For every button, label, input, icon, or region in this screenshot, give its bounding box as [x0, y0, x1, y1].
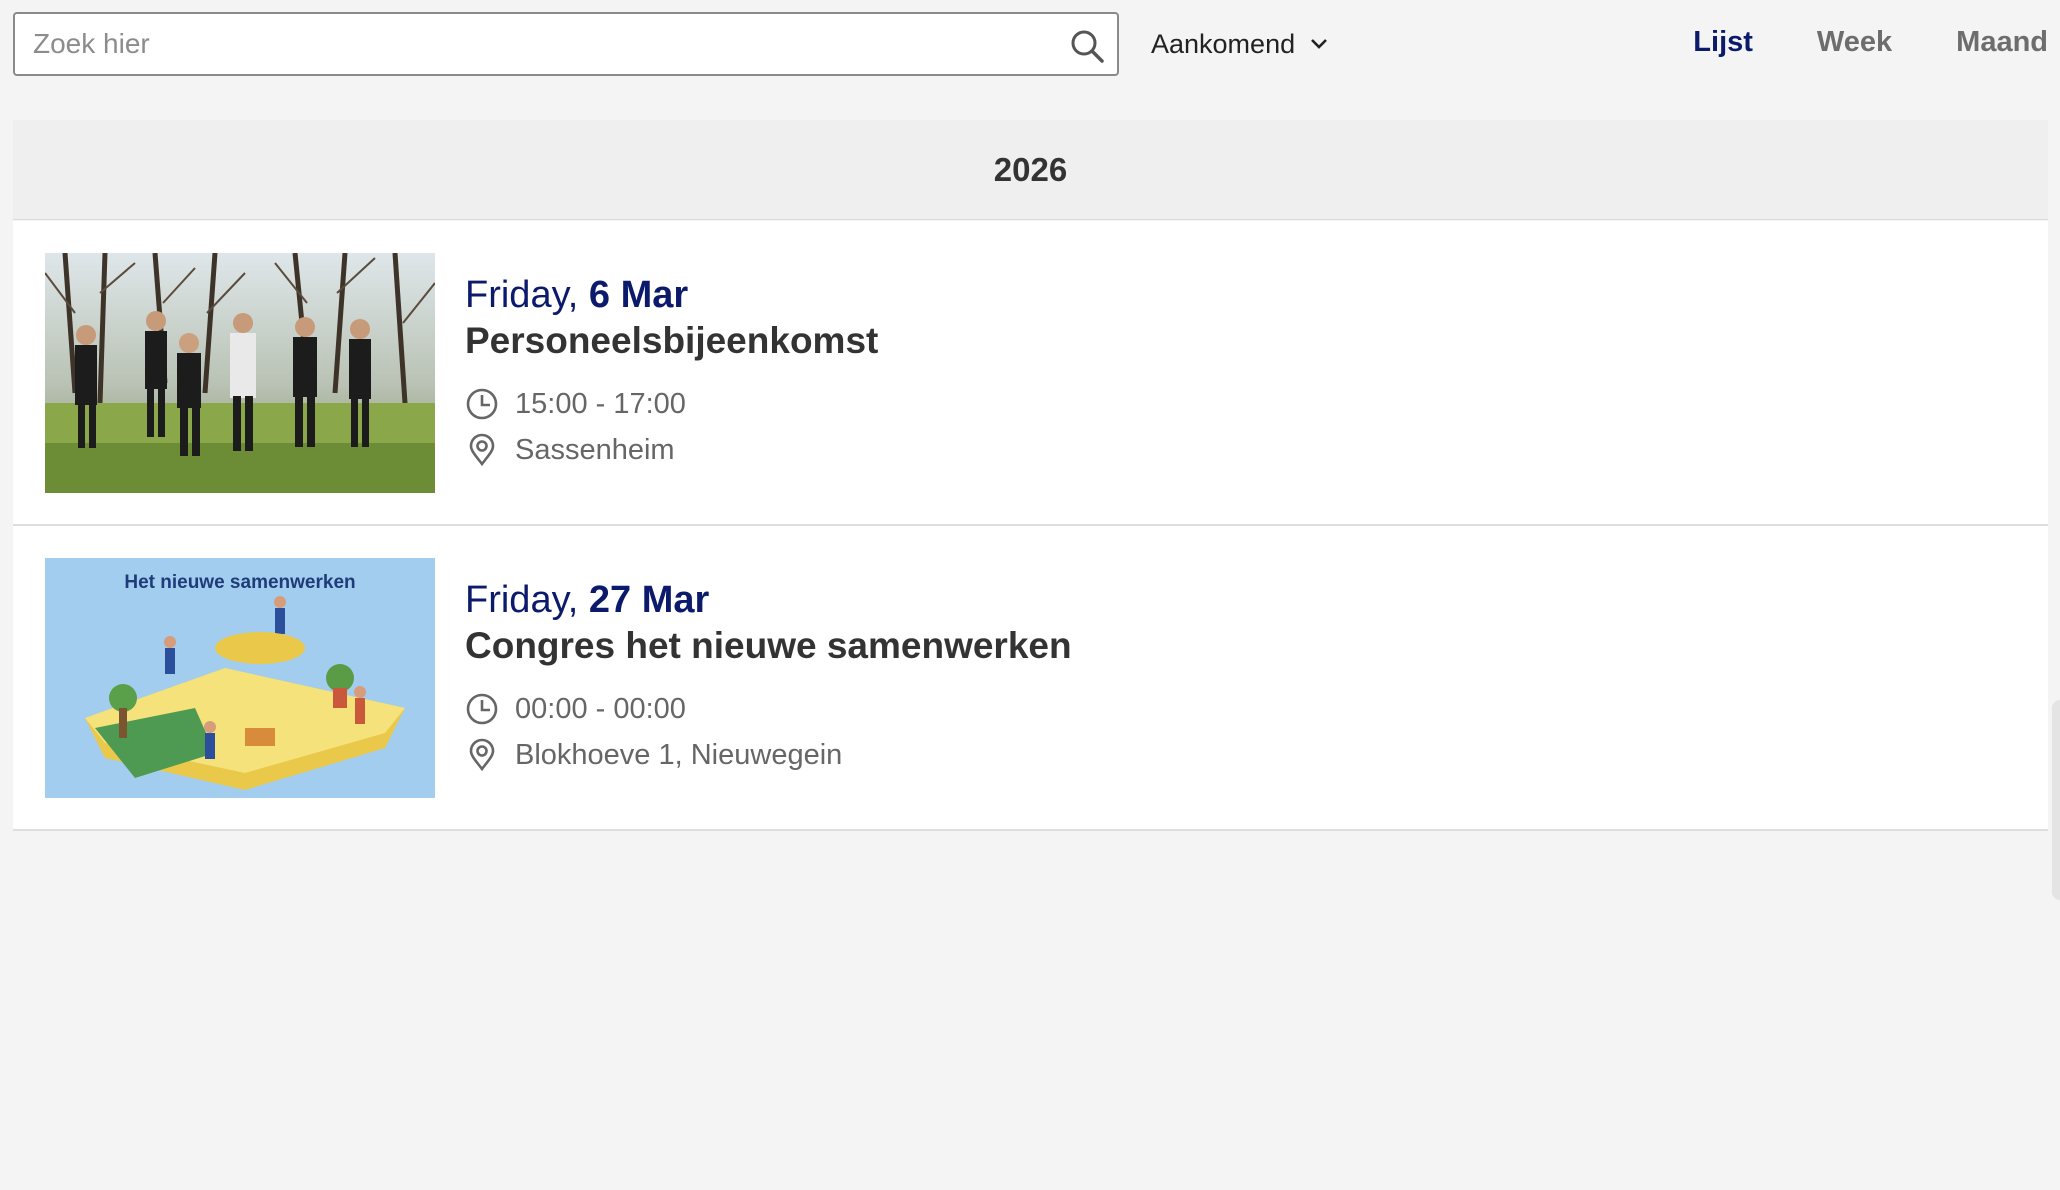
- event-day-month: 27 Mar: [588, 579, 710, 621]
- event-item[interactable]: Het nieuwe samenwerken Friday, 27 Mar Co…: [13, 526, 2048, 831]
- side-scroll-handle[interactable]: [2052, 700, 2060, 900]
- event-time: 15:00 - 17:00: [515, 387, 686, 420]
- chevron-down-icon: [1311, 39, 1328, 49]
- event-meta: 00:00 - 00:00 Blokhoeve 1, Nieuwegein: [465, 686, 1072, 778]
- event-weekday: Friday,: [465, 274, 579, 316]
- event-list: Friday, 6 Mar Personeelsbijeenkomst 15:0…: [13, 221, 2048, 831]
- event-meta: 15:00 - 17:00 Sassenheim: [465, 381, 878, 473]
- location-pin-icon: [469, 433, 495, 467]
- event-item[interactable]: Friday, 6 Mar Personeelsbijeenkomst 15:0…: [13, 221, 2048, 526]
- event-date: Friday, 27 Mar: [465, 578, 1072, 622]
- event-time: 00:00 - 00:00: [515, 692, 686, 725]
- clock-icon: [466, 693, 498, 725]
- event-time-row: 00:00 - 00:00: [465, 686, 1072, 732]
- event-location-row: Blokhoeve 1, Nieuwegein: [465, 732, 1072, 778]
- year-header: 2026: [13, 120, 2048, 220]
- event-time-row: 15:00 - 17:00: [465, 381, 878, 427]
- tab-month[interactable]: Maand: [1956, 26, 2048, 66]
- search-icon[interactable]: [1069, 28, 1105, 64]
- event-location: Blokhoeve 1, Nieuwegein: [515, 738, 843, 771]
- search-input[interactable]: [33, 24, 1033, 64]
- event-weekday: Friday,: [465, 579, 579, 621]
- event-date: Friday, 6 Mar: [465, 273, 878, 317]
- tab-list[interactable]: Lijst: [1693, 26, 1753, 66]
- event-title[interactable]: Congres het nieuwe samenwerken: [465, 624, 1072, 668]
- view-switcher: Lijst Week Maand: [1693, 26, 2048, 66]
- group-photo-image: [45, 253, 435, 493]
- tab-week[interactable]: Week: [1817, 26, 1892, 66]
- event-day-month: 6 Mar: [588, 274, 689, 316]
- search-box[interactable]: [13, 12, 1119, 76]
- clock-icon: [466, 388, 498, 420]
- event-info: Friday, 27 Mar Congres het nieuwe samenw…: [465, 578, 1072, 778]
- event-image[interactable]: Het nieuwe samenwerken: [45, 558, 435, 798]
- event-title[interactable]: Personeelsbijeenkomst: [465, 319, 878, 363]
- event-location: Sassenheim: [515, 433, 675, 466]
- event-info: Friday, 6 Mar Personeelsbijeenkomst 15:0…: [465, 273, 878, 473]
- location-pin-icon: [469, 738, 495, 772]
- upcoming-filter-dropdown[interactable]: Aankomend: [1151, 26, 1329, 62]
- illustration-text: Het nieuwe samenwerken: [124, 572, 355, 593]
- toolbar: Aankomend Lijst Week Maand: [13, 12, 2048, 76]
- filter-label: Aankomend: [1151, 28, 1296, 59]
- samenwerken-illustration-image: Het nieuwe samenwerken: [45, 558, 435, 798]
- event-location-row: Sassenheim: [465, 427, 878, 473]
- event-image[interactable]: [45, 253, 435, 493]
